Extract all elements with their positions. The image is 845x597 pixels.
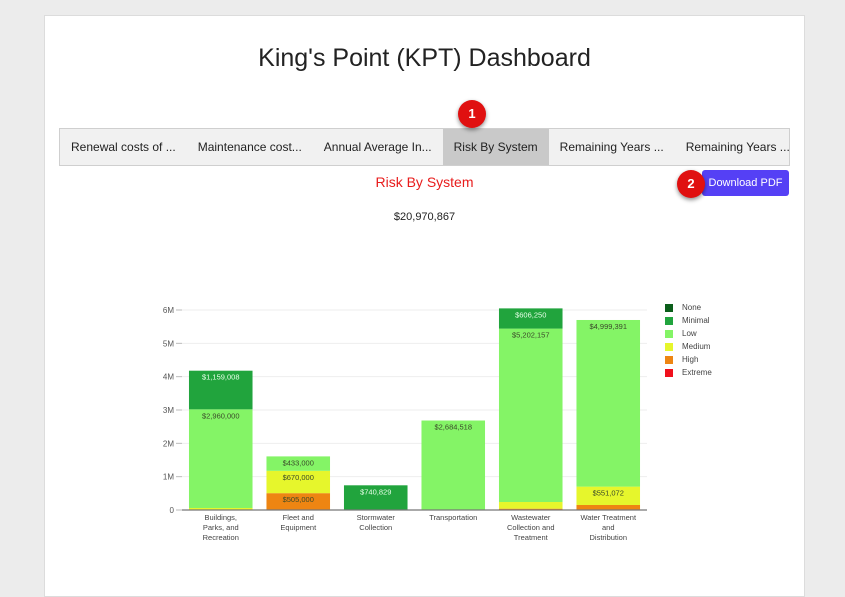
- x-tick-label: Collection and: [507, 523, 555, 532]
- legend-label: High: [682, 355, 699, 364]
- bar-segment-low[interactable]: [421, 420, 486, 510]
- legend-item-minimal[interactable]: Minimal: [665, 314, 712, 327]
- data-label: $1,159,008: [202, 373, 240, 382]
- bar-segment-high[interactable]: [576, 505, 641, 510]
- x-tick-label: Transportation: [429, 513, 477, 522]
- legend-swatch: [665, 368, 673, 377]
- legend-swatch: [665, 316, 673, 325]
- data-label: $606,250: [515, 310, 546, 319]
- y-tick-label: 4M: [163, 373, 174, 382]
- legend-item-high[interactable]: High: [665, 353, 712, 366]
- data-label: $4,999,391: [589, 322, 627, 331]
- x-tick-label: Distribution: [589, 533, 627, 542]
- x-tick-label: Equipment: [280, 523, 317, 532]
- bar-segment-low[interactable]: [498, 328, 563, 502]
- x-tick-label: Recreation: [203, 533, 239, 542]
- legend-swatch: [665, 329, 673, 338]
- legend-label: Low: [682, 329, 697, 338]
- y-tick-label: 3M: [163, 406, 174, 415]
- legend-swatch: [665, 355, 673, 364]
- data-label: $740,829: [360, 487, 391, 496]
- legend-item-medium[interactable]: Medium: [665, 340, 712, 353]
- legend-label: Medium: [682, 342, 711, 351]
- x-tick-label: Fleet and: [283, 513, 314, 522]
- y-tick-label: 1M: [163, 473, 174, 482]
- y-tick-label: 6M: [163, 306, 174, 315]
- data-label: $5,202,157: [512, 331, 550, 340]
- bar-segment-medium[interactable]: [498, 502, 563, 509]
- bar-segment-low[interactable]: [188, 409, 253, 508]
- data-label: $433,000: [283, 458, 314, 467]
- chart-legend: None Minimal Low Medium High Extreme: [665, 301, 712, 379]
- legend-item-none[interactable]: None: [665, 301, 712, 314]
- legend-swatch: [665, 342, 673, 351]
- legend-swatch: [665, 303, 673, 312]
- bar-segment-low[interactable]: [576, 319, 641, 487]
- dashboard-card: King's Point (KPT) Dashboard Renewal cos…: [44, 15, 805, 597]
- data-label: $2,684,518: [434, 423, 472, 432]
- y-tick-label: 5M: [163, 339, 174, 348]
- y-tick-label: 2M: [163, 439, 174, 448]
- data-label: $551,072: [593, 489, 624, 498]
- legend-item-extreme[interactable]: Extreme: [665, 366, 712, 379]
- annotation-badge-1: 1: [458, 100, 486, 128]
- data-label: $2,960,000: [202, 411, 240, 420]
- x-tick-label: Buildings,: [204, 513, 237, 522]
- x-tick-label: Treatment: [514, 533, 549, 542]
- x-tick-label: Stormwater: [357, 513, 396, 522]
- data-label: $505,000: [283, 495, 314, 504]
- data-label: $670,000: [283, 473, 314, 482]
- legend-label: Extreme: [682, 368, 712, 377]
- annotation-badge-2: 2: [677, 170, 705, 198]
- x-tick-label: and: [602, 523, 615, 532]
- x-tick-label: Collection: [359, 523, 392, 532]
- x-tick-label: Water Treatment: [580, 513, 636, 522]
- bar-segment-high[interactable]: [498, 508, 563, 510]
- legend-label: Minimal: [682, 316, 710, 325]
- legend-item-low[interactable]: Low: [665, 327, 712, 340]
- x-tick-label: Parks, and: [203, 523, 239, 532]
- x-tick-label: Wastewater: [511, 513, 551, 522]
- legend-label: None: [682, 303, 702, 312]
- y-tick-label: 0: [170, 506, 175, 515]
